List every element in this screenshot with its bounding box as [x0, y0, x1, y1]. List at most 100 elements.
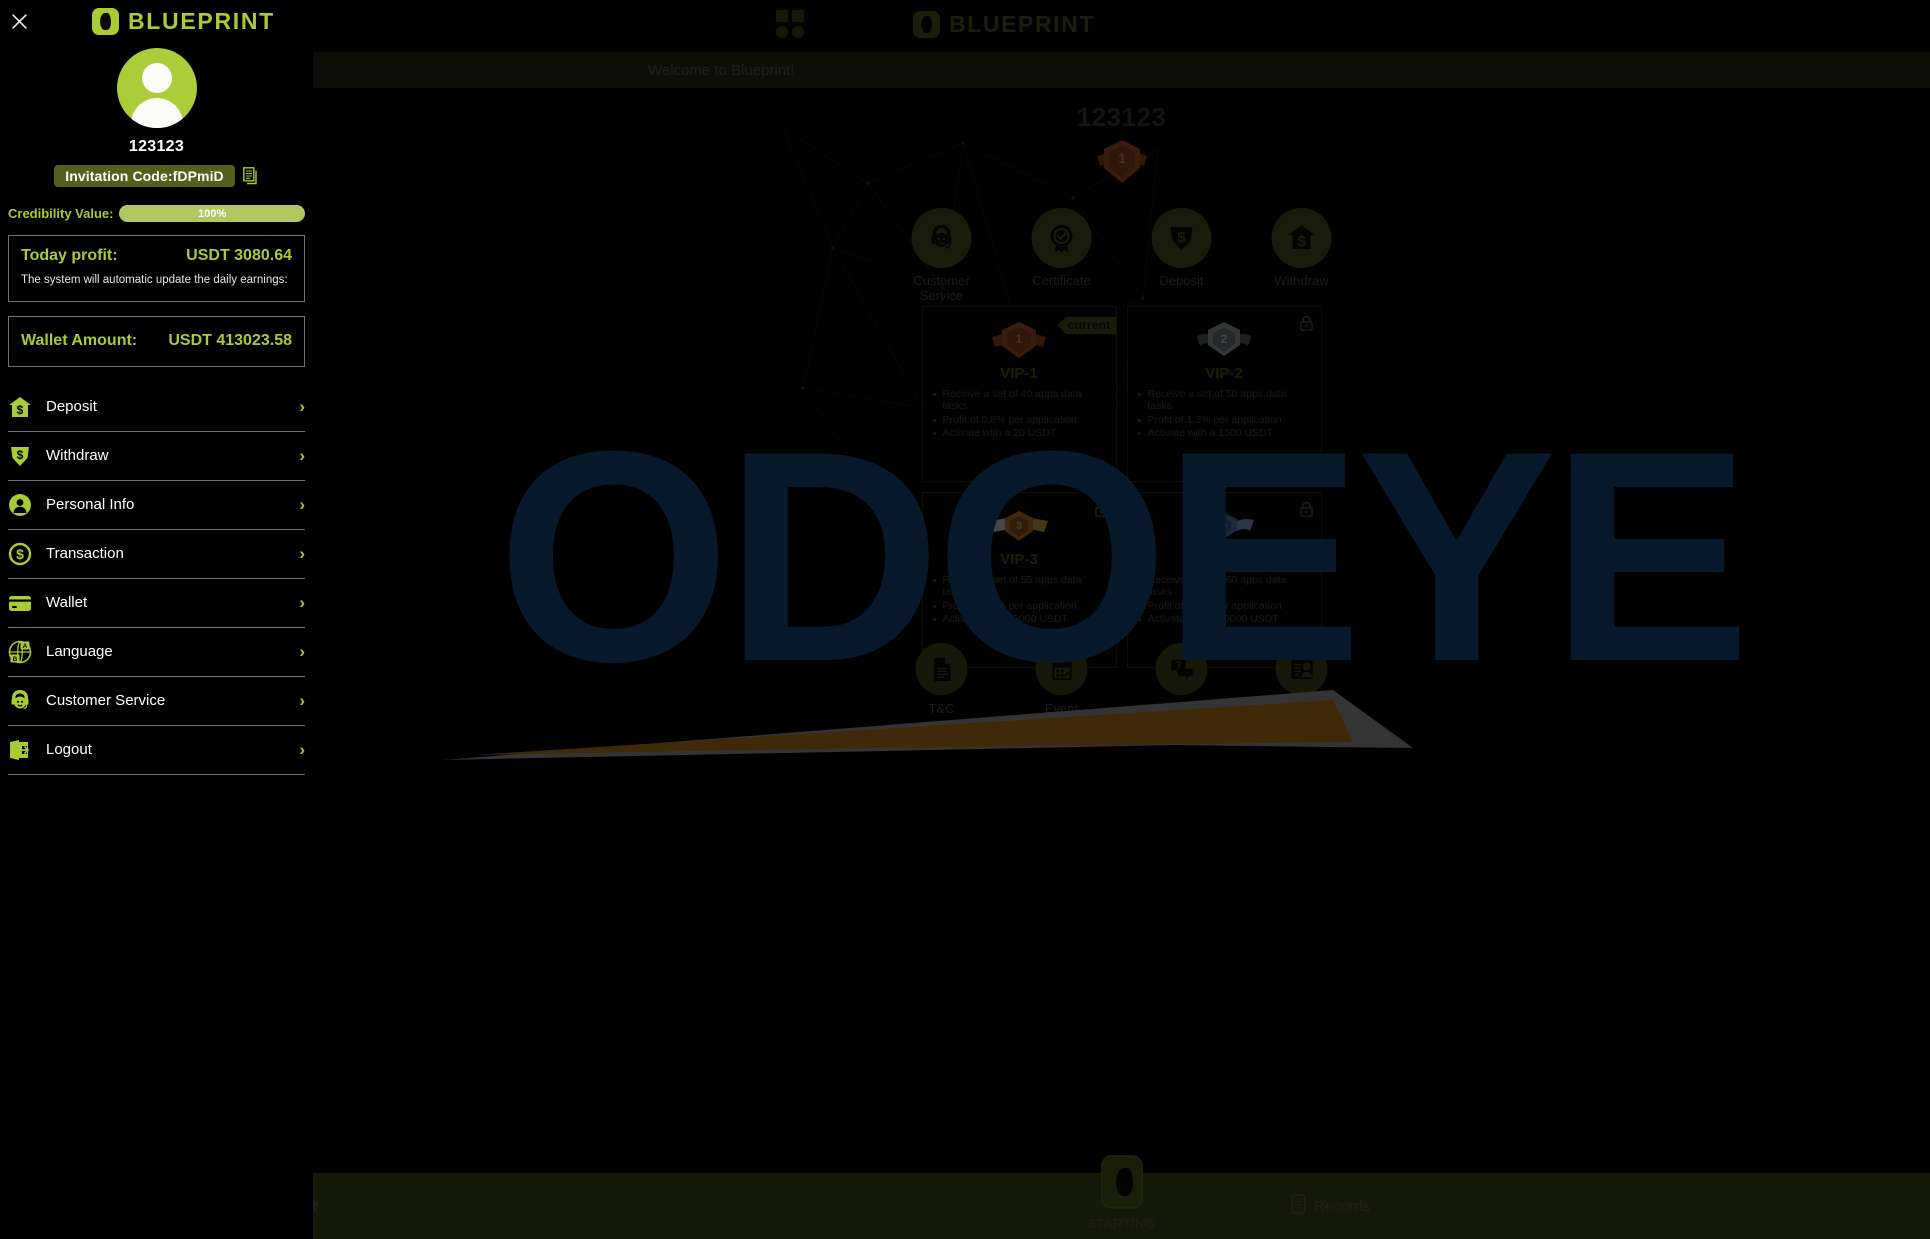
svg-text:?: ? — [1175, 659, 1181, 671]
credibility-row: Credibility Value: 100% — [0, 205, 313, 222]
blueprint-logo-icon — [1100, 1155, 1143, 1209]
nav-item-records[interactable]: Records — [1290, 1193, 1370, 1219]
dollar-circle-icon: $ — [8, 542, 32, 566]
drawer-header: BLUEPRINT — [0, 0, 313, 40]
vip-benefit: Receive a set of 50 apps data tasks — [1136, 388, 1313, 413]
sidebar-item-logout[interactable]: Logout › — [8, 726, 305, 775]
logout-icon — [8, 738, 32, 762]
vip-card-title: VIP-1 — [1000, 365, 1038, 382]
wallet-amount-card: Wallet Amount: USDT 413023.58 — [8, 315, 305, 367]
svg-text:A: A — [23, 643, 28, 650]
vip-benefit: Profit of 2.8% per application — [1136, 600, 1313, 612]
chevron-right-icon: › — [299, 690, 305, 710]
header-logo-text: BLUEPRINT — [949, 11, 1096, 37]
vip-card-title: VIP-4 — [1205, 551, 1243, 568]
person-circle-icon — [8, 493, 32, 517]
drawer-logo-text: BLUEPRINT — [128, 8, 275, 34]
svg-text:B: B — [13, 656, 18, 663]
sidebar-item-customer-service[interactable]: Customer Service › — [8, 677, 305, 726]
today-profit-card: Today profit: USDT 3080.64 The system wi… — [8, 235, 305, 302]
drawer-logo: BLUEPRINT — [92, 8, 275, 35]
quick-action-customer-service[interactable]: Customer Service — [899, 208, 984, 304]
headset-person-icon — [911, 208, 972, 268]
quick-action-deposit[interactable]: $ Deposit — [1139, 208, 1224, 304]
bottom-navigation-bar: Home STARTING — [313, 1155, 1930, 1239]
vip-benefit: Activate with a 10000 USDT — [1136, 613, 1313, 625]
question-chat-icon: ? — [1155, 643, 1208, 695]
svg-text:1: 1 — [1016, 332, 1023, 346]
chevron-right-icon: › — [299, 494, 305, 514]
vip-benefits-list: Receive a set of 50 apps data tasks Prof… — [1136, 388, 1313, 440]
withdraw-house-icon: $ — [1271, 208, 1332, 268]
footer-link-faq[interactable]: ? FAQ — [1139, 643, 1224, 716]
sidebar-item-label: Transaction — [46, 545, 124, 563]
nav-item-home[interactable]: Home — [313, 1194, 320, 1219]
vip-benefit: Receive a set of 55 apps data tasks — [931, 574, 1108, 599]
main-content: 123123 1 Customer Service Certificate $ … — [313, 88, 1930, 1149]
vip-card[interactable]: VIP-4 Receive a set of 60 apps data task… — [1126, 492, 1322, 668]
svg-text:1: 1 — [1118, 150, 1126, 166]
today-profit-amount: USDT 3080.64 — [186, 247, 292, 264]
sidebar-item-wallet[interactable]: Wallet › — [8, 579, 305, 628]
welcome-banner: Welcome to Blueprint! — [313, 52, 1930, 88]
sidebar-item-label: Customer Service — [46, 692, 166, 710]
vip-benefits-list: Receive a set of 60 apps data tasks Prof… — [1136, 574, 1313, 626]
calendar-icon — [1035, 643, 1088, 695]
vip-1-rank-icon: 1 — [1091, 136, 1153, 193]
chevron-right-icon: › — [299, 592, 305, 612]
svg-text:3: 3 — [1016, 520, 1022, 532]
vip-benefit: Profit of 0.8% per application — [931, 414, 1108, 426]
footer-link-event[interactable]: Event — [1019, 643, 1104, 716]
svg-text:$: $ — [1177, 229, 1186, 246]
svg-text:$: $ — [16, 546, 24, 562]
app-header: BLUEPRINT — [313, 0, 1930, 52]
credibility-progress-bar: 100% — [119, 205, 305, 222]
sidebar-item-personal-info[interactable]: Personal Info › — [8, 481, 305, 530]
footer-link-about-us[interactable]: About Us — [1259, 643, 1344, 716]
vip-benefits-list: Receive a set of 55 apps data tasks Prof… — [931, 574, 1108, 626]
chevron-right-icon: › — [299, 739, 305, 759]
footer-link-tc[interactable]: T&C — [899, 643, 984, 716]
chevron-right-icon: › — [299, 396, 305, 416]
lock-icon — [1299, 501, 1313, 522]
grid-menu-icon[interactable] — [776, 10, 806, 40]
vip-benefit: Activate with a 1500 USDT — [1136, 427, 1313, 439]
deposit-down-arrow-icon: $ — [1151, 208, 1212, 268]
drawer-username: 123123 — [128, 138, 185, 155]
footer-link-label: About Us — [1274, 701, 1329, 716]
sidebar-item-transaction[interactable]: $ Transaction › — [8, 530, 305, 579]
sidebar-item-deposit[interactable]: $ Deposit › — [8, 383, 305, 432]
avatar[interactable] — [116, 48, 197, 128]
header-logo: BLUEPRINT — [913, 11, 1095, 38]
globe-language-icon: A B — [8, 640, 32, 664]
vip-card[interactable]: 3 VIP-3 Receive a set of 55 apps data ta… — [921, 492, 1117, 668]
vip-benefit: Profit of 1.3% per application — [1136, 414, 1313, 426]
copy-icon[interactable] — [242, 167, 259, 185]
sidebar-item-language[interactable]: A B Language › — [8, 628, 305, 677]
quick-action-withdraw[interactable]: $ Withdraw — [1259, 208, 1344, 304]
app-viewport: BLUEPRINT Welcome to Blueprint! 123123 1… — [313, 0, 1930, 1239]
svg-text:$: $ — [17, 448, 24, 462]
blueprint-logo-icon — [913, 11, 940, 38]
quick-action-certificate[interactable]: Certificate — [1019, 208, 1104, 304]
sidebar-item-label: Wallet — [46, 594, 88, 612]
svg-text:2: 2 — [1221, 332, 1228, 346]
vip-card[interactable]: 2 VIP-2 Receive a set of 50 apps data ta… — [1126, 306, 1322, 482]
invitation-code-chip: Invitation Code:fDPmiD — [54, 165, 235, 187]
chevron-right-icon: › — [299, 445, 305, 465]
current-badge: current — [1057, 317, 1117, 334]
credit-card-icon — [8, 591, 32, 615]
blueprint-logo-icon — [92, 8, 119, 35]
side-drawer: BLUEPRINT 123123 Invitation Code:fDPmiD … — [0, 0, 313, 1239]
svg-text:$: $ — [1297, 233, 1306, 250]
sidebar-item-withdraw[interactable]: $ Withdraw › — [8, 432, 305, 481]
vip-benefit: Activate with a 5000 USDT — [931, 613, 1108, 625]
quick-action-label: Customer Service — [913, 273, 970, 303]
vip-card[interactable]: current 1 VIP-1 Receive a set of 40 apps… — [921, 306, 1117, 482]
quick-action-label: Deposit — [1159, 273, 1204, 288]
vip-card-title: VIP-3 — [1000, 551, 1038, 568]
vip-4-rank-icon — [1136, 503, 1313, 549]
vip-card-title: VIP-2 — [1205, 365, 1243, 382]
welcome-message: Welcome to Blueprint! — [648, 61, 795, 79]
close-icon[interactable] — [8, 10, 30, 32]
